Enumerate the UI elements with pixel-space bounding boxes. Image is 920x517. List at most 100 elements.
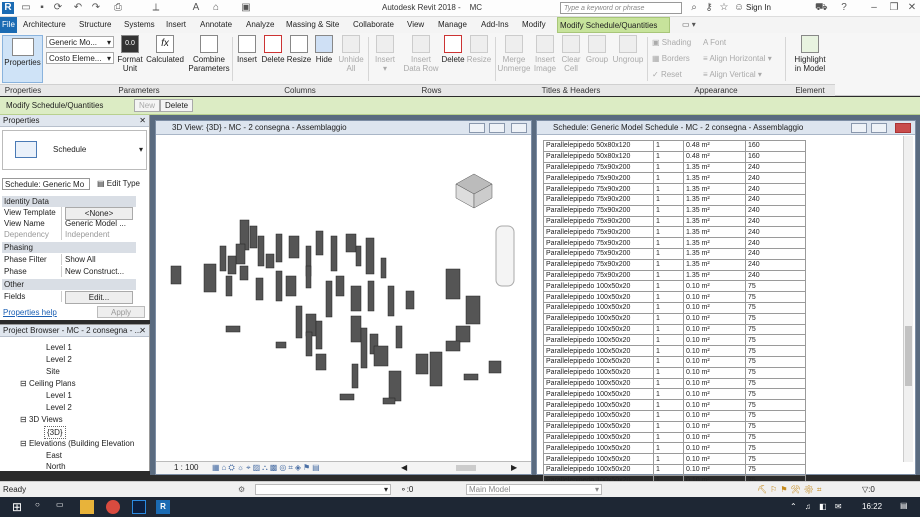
properties-button[interactable]: Properties [2, 35, 43, 83]
schedule-cell[interactable]: 0.10 m² [683, 312, 746, 325]
schedule-cell[interactable]: 0.10 m² [683, 291, 746, 303]
schedule-cell[interactable]: Parallelepipedo 100x50x20 [543, 355, 654, 368]
schedule-cell[interactable]: 1.35 m² [683, 237, 746, 249]
clear-cell-button[interactable]: Clear Cell [560, 35, 582, 73]
delete-column-button[interactable]: Delete [260, 35, 286, 64]
insert-data-row-button[interactable]: Insert Data Row [402, 35, 440, 73]
prop-fields[interactable]: Fields Edit... [2, 291, 136, 304]
user-icon[interactable]: ☺ [733, 2, 745, 14]
schedule-cell[interactable]: 1.35 m² [683, 247, 746, 260]
schedule-cell[interactable]: 1 [653, 301, 684, 314]
schedule-cell[interactable]: 1 [653, 150, 684, 163]
minimize-icon[interactable] [851, 123, 867, 133]
schedule-cell[interactable]: 1 [653, 269, 684, 282]
schedule-row[interactable]: Parallelepipedo 75x90x200 1 1.35 m² 240 [543, 237, 806, 249]
schedule-row[interactable]: Parallelepipedo 75x90x200 1 1.35 m² 240 [543, 172, 806, 185]
schedule-cell[interactable]: 1.35 m² [683, 183, 746, 195]
schedule-cell[interactable]: 0.10 m² [683, 399, 746, 411]
highlight-in-model-button[interactable]: Highlight in Model [790, 35, 830, 73]
schedule-cell[interactable]: 1 [653, 366, 684, 379]
schedule-cell[interactable]: Parallelepipedo 100x50x20 [543, 334, 654, 347]
schedule-row[interactable]: Parallelepipedo 75x90x200 1 1.35 m² 240 [543, 161, 806, 174]
ungroup-button[interactable]: Ungroup [611, 35, 645, 64]
windows-start-icon[interactable]: ⊞ [12, 500, 26, 514]
reset-button[interactable]: ✓ Reset [652, 70, 682, 79]
search-icon[interactable]: ⌕ [688, 2, 700, 14]
schedule-cell[interactable]: 1 [653, 399, 684, 411]
insert-column-button[interactable]: Insert [235, 35, 259, 64]
resize-column-button[interactable]: Resize [286, 35, 312, 64]
schedule-cell[interactable]: 1 [653, 247, 684, 260]
schedule-cell[interactable]: Parallelepipedo 75x90x200 [543, 247, 654, 260]
schedule-cell[interactable]: 0.10 m² [683, 453, 746, 465]
schedule-row[interactable]: Parallelepipedo 100x50x2010.10 m²75 [543, 420, 806, 433]
schedule-cell[interactable]: 1 [653, 355, 684, 368]
schedule-cell[interactable]: 1.35 m² [683, 215, 746, 228]
vertical-scrollbar[interactable] [903, 136, 913, 462]
task-view-icon[interactable]: ▭ [56, 500, 70, 514]
tree-item-level1[interactable]: Level 1 [46, 342, 72, 353]
schedule-cell[interactable]: 1.35 m² [683, 193, 746, 206]
schedule-row[interactable]: Parallelepipedo 100x50x2010.10 m²75 [543, 355, 806, 368]
schedule-row[interactable]: Parallelepipedo 100x50x2010.10 m²75 [543, 280, 806, 293]
schedule-cell[interactable]: 240 [745, 161, 806, 174]
schedule-row[interactable]: Parallelepipedo 100x50x2010.10 m²75 [543, 463, 806, 476]
instance-selector[interactable]: Schedule: Generic Mo [2, 178, 90, 190]
print-icon[interactable]: ⎙ [112, 2, 124, 14]
schedule-cell[interactable]: Parallelepipedo 75x90x200 [543, 193, 654, 206]
model-canvas[interactable] [156, 136, 518, 458]
restore-icon[interactable]: ❐ [888, 2, 900, 14]
schedule-row[interactable]: Parallelepipedo 75x90x200 1 1.35 m² 240 [543, 258, 806, 271]
schedule-row[interactable]: Parallelepipedo 75x90x200 1 1.35 m² 240 [543, 247, 806, 260]
schedule-row[interactable]: Parallelepipedo 100x50x2010.10 m²75 [543, 399, 806, 411]
group-phasing[interactable]: Phasing [2, 242, 136, 253]
schedule-cell[interactable]: Parallelepipedo 100x50x20 [543, 453, 654, 465]
schedule-row[interactable]: Parallelepipedo 50x80x120 1 0.48 m² 160 [543, 150, 806, 163]
schedule-cell[interactable]: 0.10 m² [683, 431, 746, 444]
schedule-cell[interactable]: Parallelepipedo 75x90x200 [543, 215, 654, 228]
horizontal-scrollbar[interactable] [456, 465, 476, 471]
schedule-cell[interactable]: 0.10 m² [683, 280, 746, 293]
insert-row-button[interactable]: Insert ▾ [372, 35, 398, 73]
schedule-cell[interactable]: 0.10 m² [683, 409, 746, 422]
restore-icon[interactable] [871, 123, 887, 133]
tree-item-3d-views[interactable]: ⊟ 3D Views [20, 414, 63, 425]
search-input[interactable]: Type a keyword or phrase [560, 2, 682, 14]
file-explorer-icon[interactable] [80, 500, 94, 514]
schedule-cell[interactable]: Parallelepipedo 100x50x20 [543, 280, 654, 293]
view-scale[interactable]: 1 : 100 [174, 462, 198, 474]
ribbon-toggle-icon[interactable]: ▭ ▾ [680, 17, 698, 33]
merge-unmerge-button[interactable]: Merge Unmerge [497, 35, 531, 73]
3d-view-icon[interactable]: ⌂ [210, 2, 222, 14]
calculated-button[interactable]: fx Calculated [146, 35, 184, 64]
schedule-cell[interactable]: Parallelepipedo 75x90x200 [543, 172, 654, 185]
align-vertical-button[interactable]: ≡ Align Vertical ▾ [703, 70, 762, 79]
tab-systems[interactable]: Systems [122, 17, 157, 33]
schedule-row[interactable]: Parallelepipedo 75x90x200 1 1.35 m² 240 [543, 183, 806, 195]
apply-button[interactable]: Apply [97, 306, 145, 318]
schedule-cell[interactable]: 75 [745, 291, 806, 303]
schedule-cell[interactable]: 75 [745, 463, 806, 476]
schedule-cell[interactable]: Parallelepipedo 100x50x20 [543, 399, 654, 411]
schedule-cell[interactable]: 0.10 m² [683, 420, 746, 433]
redo-icon[interactable]: ↷ [90, 2, 102, 14]
schedule-cell[interactable]: 1 [653, 377, 684, 390]
schedule-cell[interactable]: 1 [653, 420, 684, 433]
schedule-row[interactable]: Parallelepipedo 100x50x2010.10 m²75 [543, 312, 806, 325]
schedule-cell[interactable]: 75 [745, 431, 806, 444]
schedule-cell[interactable]: Parallelepipedo 100x50x20 [543, 301, 654, 314]
schedule-cell[interactable]: 1 [653, 204, 684, 217]
schedule-cell[interactable]: 1.35 m² [683, 226, 746, 239]
schedule-cell[interactable]: 1 [653, 226, 684, 239]
close-icon[interactable]: ✕ [139, 325, 146, 336]
schedule-row[interactable]: Parallelepipedo 75x90x200 1 1.35 m² 240 [543, 226, 806, 239]
schedule-cell[interactable]: 1 [653, 172, 684, 185]
schedule-window[interactable]: Schedule: Generic Model Schedule - MC - … [536, 120, 916, 495]
schedule-cell[interactable]: 1 [653, 442, 684, 455]
design-option-dropdown[interactable]: Main Model ▾ [466, 484, 602, 495]
selection-options-icons[interactable]: ⛏⚐⚑⚒⚙⌗ [757, 482, 824, 497]
schedule-cell[interactable]: 0.10 m² [683, 301, 746, 314]
schedule-cell[interactable]: 75 [745, 388, 806, 401]
tab-modify[interactable]: Modify [520, 17, 548, 33]
schedule-cell[interactable]: 240 [745, 258, 806, 271]
